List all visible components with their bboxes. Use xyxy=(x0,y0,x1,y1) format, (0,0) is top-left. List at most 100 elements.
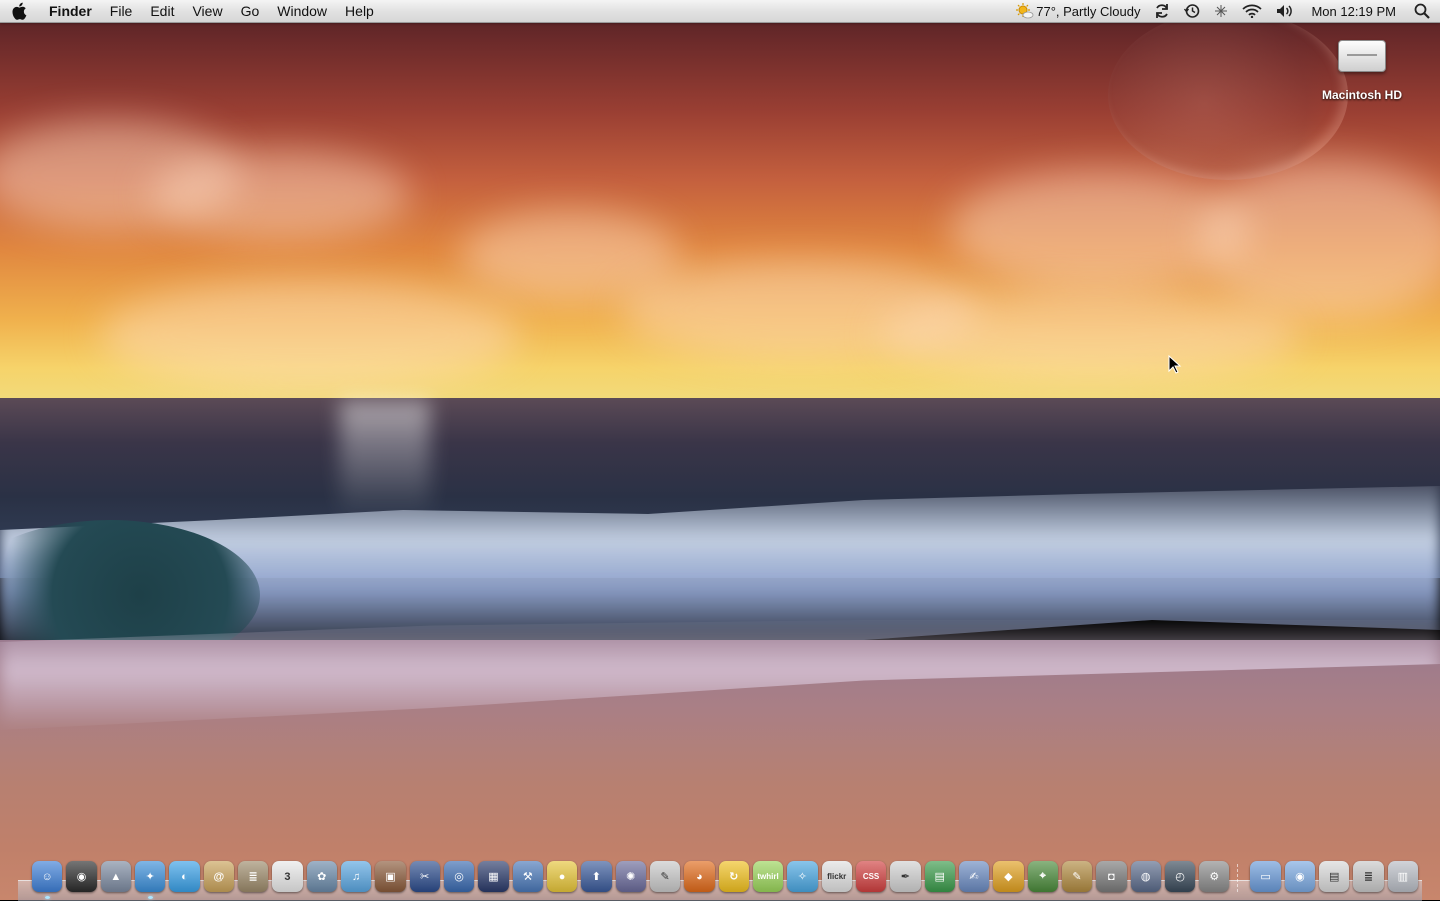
dock-iphoto[interactable]: ✿ xyxy=(306,861,337,892)
menu-clock[interactable]: Mon 12:19 PM xyxy=(1301,0,1406,22)
finder-icon: ☺ xyxy=(41,870,53,883)
dock-newspaper[interactable]: ≣ xyxy=(237,861,269,892)
running-indicator xyxy=(45,896,50,899)
dock-xcode[interactable]: ⚒ xyxy=(512,861,543,892)
documents-stack-icon: ≣ xyxy=(1363,871,1374,883)
weather-menu-extra[interactable]: 77°, Partly Cloudy xyxy=(1009,0,1147,22)
app-menu-finder[interactable]: Finder xyxy=(40,0,101,22)
wifi-icon[interactable] xyxy=(1235,0,1269,22)
menu-bar: Finder File Edit View Go Window Help 77°… xyxy=(0,0,1440,23)
dock-documents-stack[interactable]: ≣ xyxy=(1353,861,1384,892)
dock-trash[interactable]: ▥ xyxy=(1387,861,1419,892)
dock-textedit[interactable]: ✎ xyxy=(649,861,681,892)
itunes-icon: ♫ xyxy=(351,870,361,883)
bluetooth-icon[interactable] xyxy=(1207,0,1235,22)
dock-coda[interactable]: ✒ xyxy=(890,861,921,892)
dock-flickr-uploadr[interactable]: flickr xyxy=(821,861,852,892)
weather-text: 77°, Partly Cloudy xyxy=(1036,3,1141,19)
dock-twitterrific[interactable]: ✧ xyxy=(787,861,818,892)
dock-photo-booth[interactable]: ✎ xyxy=(1061,861,1093,892)
wallpaper-cloud xyxy=(880,290,1300,380)
documents-folder-icon: ◉ xyxy=(1295,871,1305,883)
isync-icon: ✺ xyxy=(626,871,636,883)
dock-idvd[interactable]: ◎ xyxy=(443,861,475,892)
dock-time-machine[interactable]: ◴ xyxy=(1164,861,1196,892)
dock-transmit[interactable]: ⬆ xyxy=(581,861,612,892)
flickr-uploadr-icon: flickr xyxy=(827,872,847,881)
dock-image-capture[interactable]: ◘ xyxy=(1096,861,1127,892)
textedit-icon: ✎ xyxy=(660,871,670,883)
dock-system-preferences[interactable]: ⚙ xyxy=(1199,861,1230,892)
spotlight-search-icon[interactable] xyxy=(1406,0,1440,22)
twhirl-icon: twhirl xyxy=(757,872,779,881)
volume-icon[interactable] xyxy=(1269,0,1301,22)
trash-icon: ▥ xyxy=(1397,871,1409,883)
preview-icon: ▣ xyxy=(385,871,396,883)
menu-view[interactable]: View xyxy=(183,0,231,22)
dock-twhirl[interactable]: twhirl xyxy=(752,861,784,892)
dock-dashboard[interactable]: ◉ xyxy=(66,861,97,892)
sync-icon[interactable] xyxy=(1147,0,1177,22)
dock-ical[interactable]: 3 xyxy=(272,861,303,892)
coda-icon: ✒ xyxy=(900,871,910,883)
maps-icon: ⌖ xyxy=(1039,870,1046,882)
dock-keynote[interactable]: ◆ xyxy=(993,861,1024,892)
dock-ichat[interactable]: ◐ xyxy=(169,861,200,892)
applications-folder-icon: ▭ xyxy=(1260,871,1271,883)
dock: ☺ ◉ ▲ ✦ ◐ @ ≣ 3 ✿ ♫ ▣ ✂ ◎ ▦ ⚒ ● ⬆ ✺ ✎ ◕ ↻ twhirl ✧ flickr CSS ✒ ▤ ✍… xyxy=(30,852,1420,899)
desktop-wallpaper xyxy=(0,0,1440,900)
pages-icon: ✍ xyxy=(969,871,979,883)
dock-firefox[interactable]: ◕ xyxy=(684,861,715,892)
menu-go[interactable]: Go xyxy=(232,0,269,22)
running-indicator xyxy=(147,896,153,899)
dock-safari[interactable]: ✦ xyxy=(134,861,166,899)
numbers-icon: ▤ xyxy=(934,871,945,883)
photo-booth-icon: ✎ xyxy=(1072,871,1082,883)
desktop-icon-macintosh-hd[interactable]: Macintosh HD xyxy=(1312,36,1412,102)
keynote-icon: ◆ xyxy=(1004,871,1013,883)
hard-drive-icon xyxy=(1338,40,1386,72)
dock-documents-folder[interactable]: ◉ xyxy=(1284,861,1316,892)
dock-itunes[interactable]: ♫ xyxy=(340,861,372,892)
ichat-icon: ◐ xyxy=(181,870,188,883)
dock-cyberduck[interactable]: ● xyxy=(546,861,578,892)
dashboard-icon: ◉ xyxy=(76,871,87,883)
apple-menu-icon[interactable] xyxy=(0,0,40,22)
wallpaper-cloud xyxy=(150,150,410,240)
wallpaper-spray xyxy=(340,400,430,520)
time-machine-icon[interactable] xyxy=(1177,0,1207,22)
xcode-icon: ⚒ xyxy=(522,871,533,883)
dock-maps[interactable]: ⌖ xyxy=(1027,861,1058,892)
dock-isync[interactable]: ✺ xyxy=(615,861,646,892)
dock-preview[interactable]: ▣ xyxy=(375,861,406,892)
weather-sun-icon xyxy=(1016,3,1034,19)
dock-applications-folder[interactable]: ▭ xyxy=(1250,861,1281,892)
menu-window[interactable]: Window xyxy=(268,0,336,22)
address-book-icon: @ xyxy=(213,870,225,883)
menu-edit[interactable]: Edit xyxy=(141,0,183,22)
menu-help[interactable]: Help xyxy=(336,0,383,22)
dock-downloads-stack[interactable]: ▤ xyxy=(1319,861,1350,892)
dock-system-tool[interactable]: ▲ xyxy=(100,861,131,892)
dock-finder[interactable]: ☺ xyxy=(32,861,63,899)
desktop-icon-label: Macintosh HD xyxy=(1321,88,1402,102)
dock-numbers[interactable]: ▤ xyxy=(924,861,955,892)
downloads-stack-icon: ▤ xyxy=(1329,871,1340,883)
ical-icon: 3 xyxy=(284,870,291,883)
dock-address-book[interactable]: @ xyxy=(203,861,234,892)
cssedit-icon: CSS xyxy=(862,872,880,881)
dock-sync[interactable]: ↻ xyxy=(718,861,749,892)
cyberduck-icon: ● xyxy=(558,870,566,883)
dock-network[interactable]: ◍ xyxy=(1130,861,1161,892)
newspaper-icon: ≣ xyxy=(248,871,258,883)
dock-cssedit[interactable]: CSS xyxy=(855,861,887,892)
dock-imovie[interactable]: ✂ xyxy=(409,861,440,892)
transmit-icon: ⬆ xyxy=(591,871,602,883)
safari-icon: ✦ xyxy=(145,871,155,883)
wallpaper-cloud xyxy=(100,280,520,390)
sync-icon: ↻ xyxy=(729,871,739,883)
dock-pages[interactable]: ✍ xyxy=(958,861,990,892)
dock-spaces[interactable]: ▦ xyxy=(478,861,509,892)
idvd-icon: ◎ xyxy=(454,871,464,883)
menu-file[interactable]: File xyxy=(101,0,142,22)
